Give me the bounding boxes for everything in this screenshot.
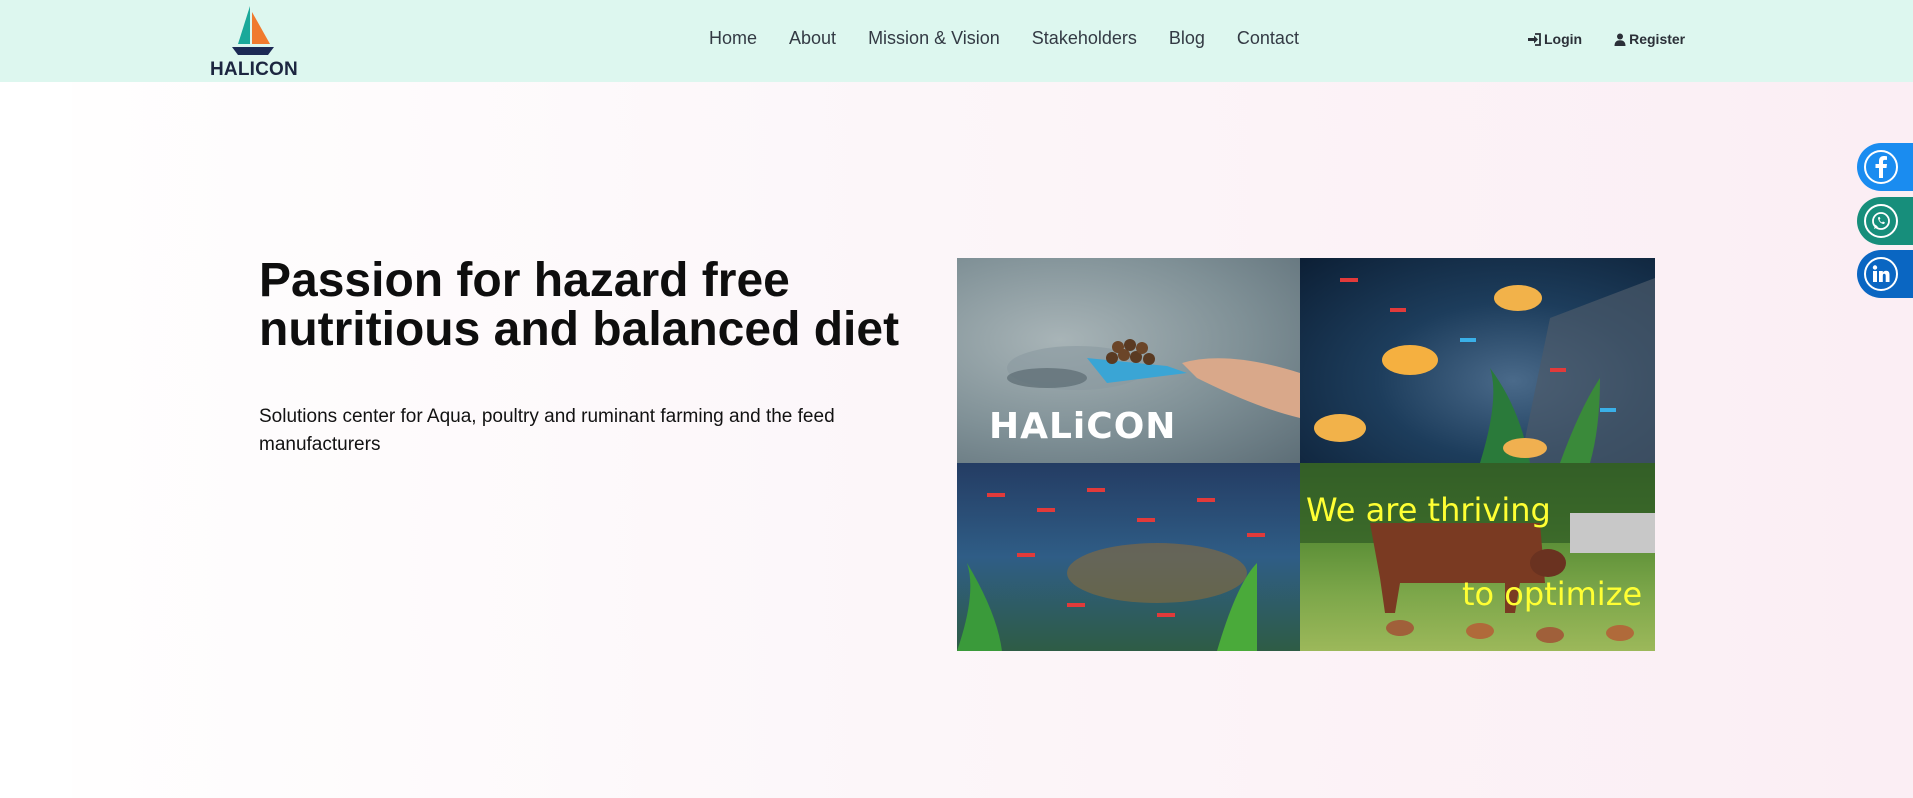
nav-about[interactable]: About [789, 28, 836, 49]
nav-blog[interactable]: Blog [1169, 28, 1205, 49]
fish-feeding-image: HALiCON [957, 258, 1300, 463]
hero-image-collage: HALiCON We are thriving to optimize [957, 258, 1655, 651]
main-nav: Home About Mission & Vision Stakeholders… [709, 28, 1331, 49]
auth-links: Login Register [1527, 31, 1717, 47]
facebook-icon [1864, 150, 1898, 184]
hero-subtitle: Solutions center for Aqua, poultry and r… [259, 406, 835, 455]
whatsapp-button[interactable] [1857, 197, 1913, 245]
collage-caption-line1: We are thriving [1306, 491, 1551, 529]
tetra-school-image [957, 463, 1300, 651]
login-link[interactable]: Login [1527, 31, 1582, 47]
login-label: Login [1544, 31, 1583, 47]
nav-mission-vision[interactable]: Mission & Vision [868, 28, 1000, 49]
linkedin-icon [1864, 257, 1898, 291]
farm-animals-image: We are thriving to optimize [1300, 463, 1655, 651]
register-link[interactable]: Register [1614, 31, 1685, 47]
hero-heading: Passion for hazard free nutritious and b… [259, 254, 900, 356]
site-header: HALICON Home About Mission & Vision Stak… [0, 0, 1913, 82]
brand-name: HALICON [210, 59, 298, 80]
linkedin-button[interactable] [1857, 250, 1913, 298]
brand-logo[interactable]: HALICON [208, 4, 298, 80]
nav-home[interactable]: Home [709, 28, 757, 49]
nav-stakeholders[interactable]: Stakeholders [1032, 28, 1137, 49]
nav-contact[interactable]: Contact [1237, 28, 1299, 49]
sailboat-logo-icon [232, 6, 274, 55]
user-icon [1614, 33, 1626, 46]
register-label: Register [1629, 31, 1686, 47]
whatsapp-icon [1864, 204, 1898, 238]
collage-brand-mark: HALiCON [989, 406, 1177, 447]
facebook-button[interactable] [1857, 143, 1913, 191]
aquarium-fish-image [1300, 258, 1655, 463]
collage-caption-line2: to optimize [1462, 575, 1643, 613]
sign-in-icon [1527, 32, 1541, 46]
